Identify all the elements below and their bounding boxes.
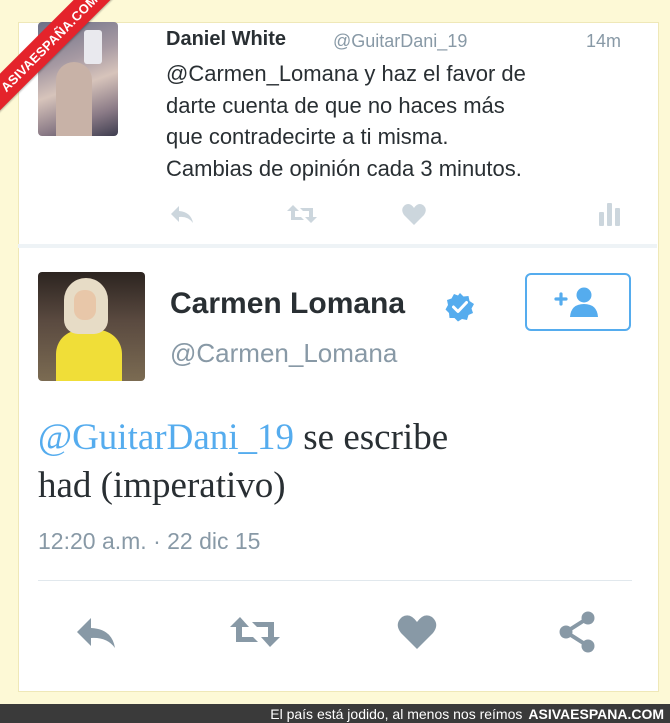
reply-icon[interactable]	[72, 612, 120, 652]
main-author-handle[interactable]: @Carmen_Lomana	[170, 338, 397, 369]
reply-tweet-text: @Carmen_Lomana y haz el favor de darte c…	[166, 58, 636, 184]
tweet-separator	[18, 244, 657, 248]
reply-text-line: Cambias de opinión cada 3 minutos.	[166, 155, 522, 181]
like-icon[interactable]	[394, 612, 440, 652]
reply-text-line: darte cuenta de que no haces más	[166, 92, 505, 118]
main-text-segment: se escribe	[294, 417, 449, 458]
reply-author-name[interactable]: Daniel White	[166, 28, 286, 51]
reply-author-handle[interactable]: @GuitarDani_19	[333, 31, 467, 52]
reply-icon[interactable]	[166, 200, 198, 228]
action-bar-divider	[38, 580, 632, 581]
share-icon[interactable]	[554, 610, 600, 654]
retweet-icon[interactable]	[226, 612, 284, 652]
main-author-name[interactable]: Carmen Lomana	[170, 287, 405, 321]
footer-brand[interactable]: ASIVAESPANA.COM	[528, 706, 664, 722]
reply-text-line: @Carmen_Lomana y haz el favor de	[166, 61, 526, 86]
main-tweet-text: @GuitarDani_19 se escribe had (imperativ…	[38, 414, 638, 510]
mention-link[interactable]: @GuitarDani_19	[38, 417, 294, 458]
footer-caption: El país está jodido, al menos nos reímos	[270, 705, 523, 722]
like-icon[interactable]	[398, 200, 430, 228]
add-user-icon	[554, 287, 598, 317]
follow-button[interactable]	[525, 273, 631, 331]
footer-caption-bar: El país está jodido, al menos nos reímos…	[0, 704, 670, 723]
verified-badge-icon	[444, 291, 476, 323]
carmen-lomana-avatar[interactable]	[38, 272, 145, 381]
reply-text-line: que contradecirte a ti misma.	[166, 124, 449, 149]
analytics-icon[interactable]	[594, 198, 626, 228]
reply-timestamp[interactable]: 14m	[586, 31, 621, 52]
main-text-line: had (imperativo)	[38, 465, 286, 506]
retweet-icon[interactable]	[284, 200, 320, 228]
main-timestamp[interactable]: 12:20 a.m. · 22 dic 15	[38, 528, 260, 555]
